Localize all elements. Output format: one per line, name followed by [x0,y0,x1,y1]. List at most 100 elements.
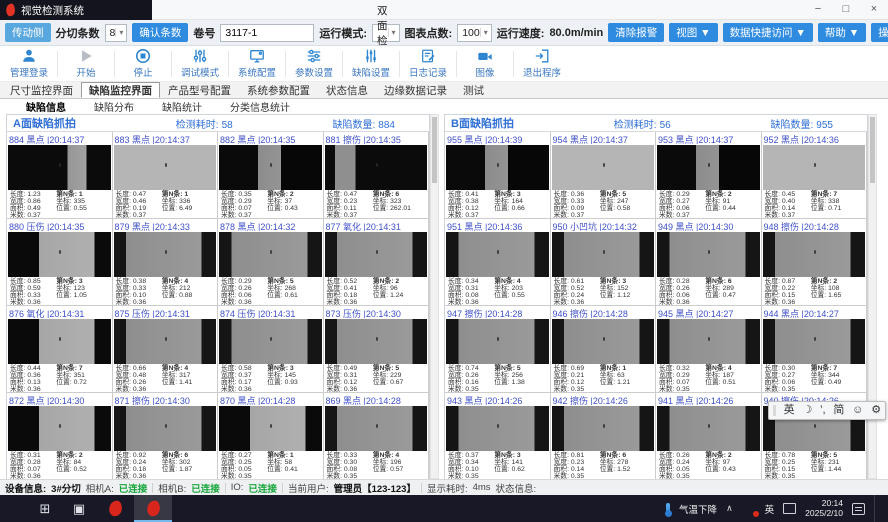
minimize-button[interactable]: − [804,0,832,20]
hidden-icons-chevron[interactable]: ∧ [726,503,733,514]
tab-3[interactable]: 系统参数配置 [239,82,318,98]
defect-image[interactable] [8,406,111,451]
toolbar-button-exit[interactable]: 退出程序 [517,47,567,81]
toolbar-button-debug[interactable]: 调试模式 [175,47,225,81]
subtab-1[interactable]: 缺陷分布 [80,99,148,114]
defect-image[interactable] [114,406,217,451]
defect-cell-879[interactable]: 879 黑点 |20:14:33长度: 0.38宽度: 0.33面积: 0.10… [113,219,219,306]
defect-image[interactable] [657,145,760,190]
close-button[interactable]: × [860,0,888,20]
tab-2[interactable]: 产品型号配置 [160,82,239,98]
defect-image[interactable] [8,232,111,277]
defect-image[interactable] [763,319,866,364]
data-quick-access-menu-button[interactable]: 数据快捷访问 ▼ [723,23,813,42]
taskbar-app-icon-active[interactable] [134,495,172,522]
defect-cell-945[interactable]: 945 黑点 |20:14:27长度: 0.32宽度: 0.29面积: 0.07… [656,306,762,393]
show-desktop-button[interactable] [874,495,878,522]
start-button[interactable]: ⊞ [28,495,62,522]
view-menu-button[interactable]: 视图 ▼ [669,23,717,42]
defect-cell-951[interactable]: 951 黑点 |20:14:36长度: 0.34宽度: 0.31面积: 0.08… [445,219,551,306]
defect-image[interactable] [657,406,760,451]
tab-4[interactable]: 状态信息 [318,82,376,98]
defect-image[interactable] [8,145,111,190]
defect-cell-882[interactable]: 882 黑点 |20:14:35长度: 0.35宽度: 0.29面积: 0.07… [218,132,324,219]
defect-cell-954[interactable]: 954 黑点 |20:14:37长度: 0.36宽度: 0.33面积: 0.09… [551,132,657,219]
defect-image[interactable] [114,232,217,277]
ime-emoji-icon[interactable]: ☺ [852,402,863,419]
toolbar-button-play[interactable]: 开始 [61,47,111,81]
defect-image[interactable] [325,145,428,190]
defect-image[interactable] [657,232,760,277]
toolbar-button-user[interactable]: 管理登录 [4,47,54,81]
defect-cell-944[interactable]: 944 黑点 |20:14:27长度: 0.30宽度: 0.27面积: 0.06… [762,306,868,393]
tab-5[interactable]: 边缘数据记录 [376,82,455,98]
scrollbar-thumb[interactable] [432,117,437,183]
taskbar-app-icon[interactable] [96,495,134,522]
defect-cell-876[interactable]: 876 氧化 |20:14:31长度: 0.44宽度: 0.36面积: 0.13… [7,306,113,393]
defect-cell-942[interactable]: 942 擦伤 |20:14:26长度: 0.81宽度: 0.23面积: 0.14… [551,393,657,480]
defect-cell-871[interactable]: 871 擦伤 |20:14:30长度: 0.92宽度: 0.24面积: 0.18… [113,393,219,480]
defect-image[interactable] [114,319,217,364]
toolbar-button-monitor[interactable]: 系统配置 [232,47,282,81]
task-view-icon[interactable]: ▣ [62,495,96,522]
notification-center-icon[interactable] [852,503,865,515]
ime-punctuation-toggle[interactable]: ’, [820,402,826,419]
volume-icon[interactable] [742,503,756,515]
defect-image[interactable] [219,232,322,277]
defect-cell-883[interactable]: 883 黑点 |20:14:37长度: 0.47宽度: 0.46面积: 0.19… [113,132,219,219]
run-mode-select[interactable]: 双面检测▾ [372,24,400,42]
toolbar-button-log[interactable]: 日志记录 [403,47,453,81]
defect-cell-955[interactable]: 955 黑点 |20:14:39长度: 0.41宽度: 0.38面积: 0.12… [445,132,551,219]
defect-cell-869[interactable]: 869 黑点 |20:14:28长度: 0.33宽度: 0.30面积: 0.08… [324,393,430,480]
ime-language-indicator[interactable]: 英 [765,502,775,516]
defect-cell-884[interactable]: 884 黑点 |20:14:37长度: 1.23宽度: 0.86面积: 0.49… [7,132,113,219]
defect-cell-874[interactable]: 874 压伤 |20:14:31长度: 0.58宽度: 0.37面积: 0.17… [218,306,324,393]
defect-image[interactable] [763,145,866,190]
defect-cell-873[interactable]: 873 压伤 |20:14:30长度: 0.49宽度: 0.31面积: 0.12… [324,306,430,393]
defect-image[interactable] [657,319,760,364]
drive-side-button[interactable]: 传动侧 [5,23,51,42]
subtab-0[interactable]: 缺陷信息 [12,99,80,114]
keyboard-icon[interactable] [783,503,796,514]
confirm-count-button[interactable]: 确认条数 [132,23,188,42]
panel-b-scrollbar[interactable] [868,114,877,479]
toolbar-button-params[interactable]: 参数设置 [289,47,339,81]
ime-settings-gear-icon[interactable]: ⚙ [871,402,881,419]
operator-side-button[interactable]: 操作侧 [871,23,888,42]
defect-image[interactable] [446,145,549,190]
ime-simplified-toggle[interactable]: 简 [833,402,844,419]
roll-number-input[interactable] [220,24,314,42]
panel-a-scrollbar[interactable] [430,114,439,479]
slit-count-select[interactable]: 8▾ [105,24,128,42]
scrollbar-thumb[interactable] [870,117,875,183]
defect-cell-950[interactable]: 950 小凹坑 |20:14:32长度: 0.61宽度: 0.52面积: 0.2… [551,219,657,306]
toolbar-button-defect[interactable]: 缺陷设置 [346,47,396,81]
defect-cell-949[interactable]: 949 黑点 |20:14:30长度: 0.28宽度: 0.26面积: 0.06… [656,219,762,306]
defect-image[interactable] [219,319,322,364]
defect-cell-946[interactable]: 946 擦伤 |20:14:28长度: 0.69宽度: 0.21面积: 0.12… [551,306,657,393]
tab-6[interactable]: 测试 [455,82,492,98]
ime-moon-icon[interactable]: ☽ [802,402,812,419]
defect-cell-870[interactable]: 870 黑点 |20:14:28长度: 0.27宽度: 0.25面积: 0.05… [218,393,324,480]
defect-image[interactable] [446,406,549,451]
defect-cell-875[interactable]: 875 压伤 |20:14:31长度: 0.66宽度: 0.48面积: 0.26… [113,306,219,393]
defect-cell-947[interactable]: 947 擦伤 |20:14:28长度: 0.74宽度: 0.26面积: 0.16… [445,306,551,393]
defect-image[interactable] [446,232,549,277]
weather-text[interactable]: 气温下降 [679,502,717,516]
defect-image[interactable] [763,232,866,277]
defect-cell-872[interactable]: 872 黑点 |20:14:30长度: 0.31宽度: 0.28面积: 0.07… [7,393,113,480]
defect-image[interactable] [552,232,655,277]
defect-cell-948[interactable]: 948 擦伤 |20:14:28长度: 0.87宽度: 0.22面积: 0.15… [762,219,868,306]
help-menu-button[interactable]: 帮助 ▼ [818,23,866,42]
defect-cell-881[interactable]: 881 擦伤 |20:14:35长度: 0.47宽度: 0.23面积: 0.11… [324,132,430,219]
defect-cell-941[interactable]: 941 黑点 |20:14:26长度: 0.26宽度: 0.24面积: 0.05… [656,393,762,480]
subtab-2[interactable]: 缺陷统计 [148,99,216,114]
ime-drag-handle[interactable] [773,405,776,416]
defect-image[interactable] [219,145,322,190]
defect-cell-952[interactable]: 952 黑点 |20:14:36长度: 0.45宽度: 0.40面积: 0.14… [762,132,868,219]
defect-image[interactable] [325,232,428,277]
defect-image[interactable] [552,319,655,364]
defect-cell-878[interactable]: 878 黑点 |20:14:32长度: 0.29宽度: 0.26面积: 0.06… [218,219,324,306]
toolbar-button-stop[interactable]: 停止 [118,47,168,81]
defect-image[interactable] [446,319,549,364]
